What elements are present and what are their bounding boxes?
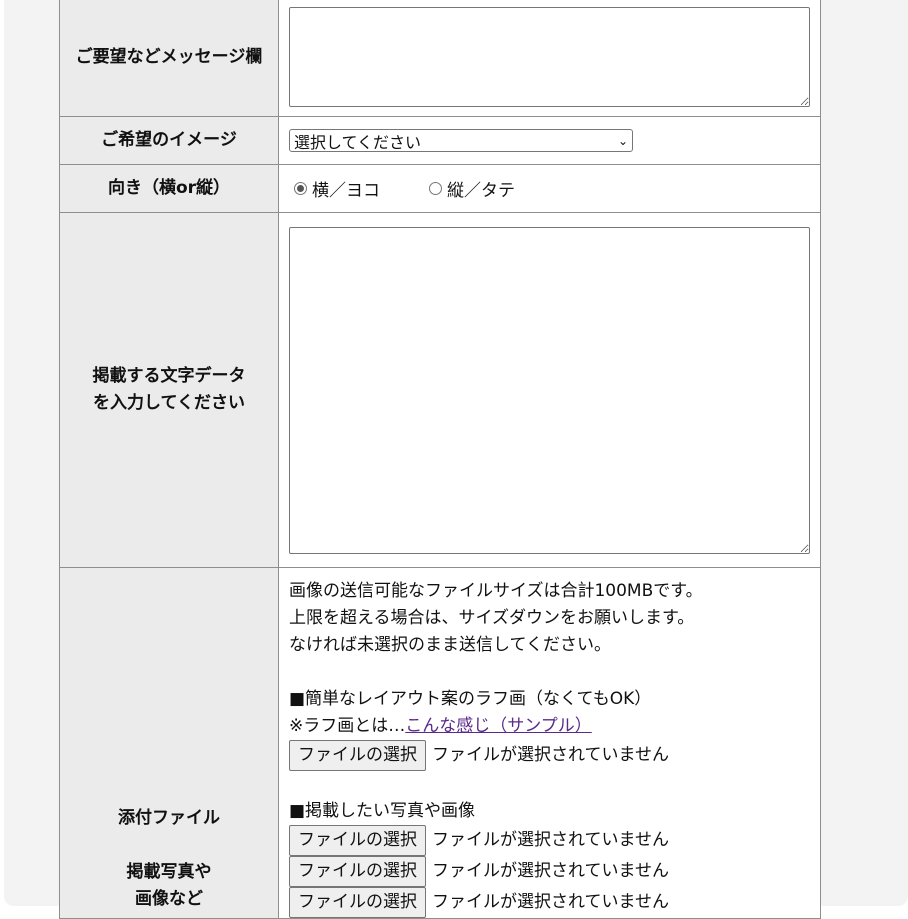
rough-sketch-heading: ■簡単なレイアウト案のラフ画（なくてもOK） — [289, 689, 652, 709]
image-pref-selected-value: 選択してください — [294, 132, 422, 152]
message-cell — [278, 0, 821, 117]
radio-landscape[interactable] — [294, 182, 307, 195]
photo-file-input-2: ファイルの選択 ファイルが選択されていません — [289, 856, 810, 887]
orientation-label-text: 向き（横or縦） — [107, 178, 231, 198]
message-textarea[interactable] — [289, 6, 810, 107]
orientation-radio-group: 横／ヨコ 縦／タテ — [289, 176, 810, 201]
attachments-note-optional: なければ未選択のまま送信してください。 — [289, 635, 611, 655]
text-data-cell — [278, 212, 821, 568]
rough-sketch-note: ※ラフ画とは…こんな感じ（サンプル） — [289, 713, 810, 740]
chevron-down-icon: ⌄ — [617, 133, 628, 148]
rough-sketch-file-status: ファイルが選択されていません — [432, 745, 669, 765]
message-label: ご要望などメッセージ欄 — [59, 0, 279, 117]
sample-link[interactable]: こんな感じ（サンプル） — [405, 716, 592, 736]
attachments-label-spacer — [60, 832, 278, 859]
photo-file-button-3[interactable]: ファイルの選択 — [289, 887, 426, 918]
attachments-label-line2: 掲載写真や — [126, 862, 212, 882]
orientation-cell: 横／ヨコ 縦／タテ — [278, 164, 821, 213]
text-data-label-line2: を入力してください — [93, 393, 245, 413]
photo-file-status-1: ファイルが選択されていません — [432, 830, 669, 850]
attachments-cell: 画像の送信可能なファイルサイズは合計100MBです。 上限を超える場合は、サイズ… — [278, 567, 821, 919]
attachments-label-line1: 添付ファイル — [118, 808, 220, 828]
rough-sketch-file-input: ファイルの選択 ファイルが選択されていません — [289, 740, 810, 771]
photo-file-status-3: ファイルが選択されていません — [432, 892, 669, 912]
attachments-label-line3: 画像など — [135, 889, 203, 909]
image-pref-cell: 選択してください ⌄ — [278, 116, 821, 165]
photo-file-input-3: ファイルの選択 ファイルが選択されていません — [289, 887, 810, 918]
attachments-note-size: 画像の送信可能なファイルサイズは合計100MBです。 — [289, 581, 703, 601]
attachments-note-limit: 上限を超える場合は、サイズダウンをお願いします。 — [289, 608, 695, 628]
orientation-option-landscape[interactable]: 横／ヨコ — [289, 176, 380, 201]
text-data-textarea[interactable] — [289, 226, 810, 554]
attachments-label: 添付ファイル 掲載写真や 画像など — [59, 567, 279, 919]
photos-heading: ■掲載したい写真や画像 — [289, 801, 476, 821]
radio-portrait[interactable] — [429, 182, 442, 195]
text-data-label: 掲載する文字データ を入力してください — [59, 212, 279, 568]
photo-file-input-1: ファイルの選択 ファイルが選択されていません — [289, 825, 810, 856]
photo-file-button-2[interactable]: ファイルの選択 — [289, 856, 426, 887]
image-pref-label-text: ご希望のイメージ — [101, 130, 237, 150]
image-pref-select[interactable]: 選択してください ⌄ — [289, 129, 633, 152]
photo-file-status-2: ファイルが選択されていません — [432, 861, 669, 881]
orientation-label: 向き（横or縦） — [59, 164, 279, 213]
order-form-table: ご要望などメッセージ欄 ご希望のイメージ 選択してください ⌄ 向き（横or縦）… — [59, 0, 821, 919]
image-pref-label: ご希望のイメージ — [59, 116, 279, 165]
message-label-text: ご要望などメッセージ欄 — [75, 47, 263, 67]
orientation-option-portrait[interactable]: 縦／タテ — [424, 176, 515, 201]
text-data-label-line1: 掲載する文字データ — [92, 366, 246, 386]
photo-file-button-1[interactable]: ファイルの選択 — [289, 825, 426, 856]
rough-sketch-file-button[interactable]: ファイルの選択 — [289, 740, 426, 771]
radio-landscape-label[interactable]: 横／ヨコ — [312, 176, 380, 201]
radio-portrait-label[interactable]: 縦／タテ — [447, 176, 515, 201]
rough-sketch-note-prefix: ※ラフ画とは… — [289, 716, 406, 736]
